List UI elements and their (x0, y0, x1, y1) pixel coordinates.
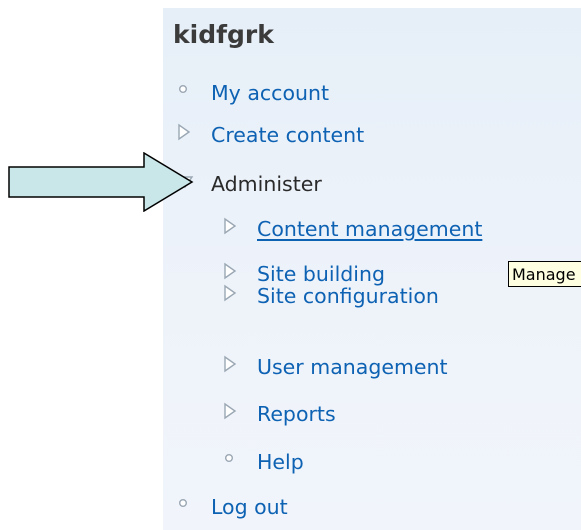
callout-arrow-icon (8, 152, 194, 212)
menu-link-reports[interactable]: Reports (257, 402, 336, 426)
menu-item-content-management[interactable]: Content management (221, 216, 482, 242)
menu-link-help[interactable]: Help (257, 450, 304, 474)
menu-item-help[interactable]: Help (221, 449, 304, 475)
menu-link-site-configuration[interactable]: Site configuration (257, 284, 439, 308)
menu-link-administer[interactable]: Administer (211, 172, 322, 196)
menu-link-user-management[interactable]: User management (257, 355, 448, 379)
collapsed-arrow-icon (221, 401, 247, 427)
collapsed-arrow-icon (221, 283, 247, 309)
menu-link-my-account[interactable]: My account (211, 81, 329, 105)
tooltip-text: Manage (512, 265, 576, 284)
collapsed-arrow-icon (221, 216, 247, 242)
menu-item-reports[interactable]: Reports (221, 401, 336, 427)
menu-item-log-out[interactable]: Log out (175, 494, 288, 520)
menu-item-site-configuration[interactable]: Site configuration (221, 283, 439, 309)
collapsed-arrow-icon (221, 354, 247, 380)
menu-link-create-content[interactable]: Create content (211, 123, 364, 147)
leaf-bullet-icon (175, 494, 201, 520)
collapsed-arrow-icon (175, 122, 201, 148)
block-title: kidfgrk (173, 20, 274, 49)
menu-item-user-management[interactable]: User management (221, 354, 448, 380)
menu-item-my-account[interactable]: My account (175, 80, 329, 106)
menu-link-log-out[interactable]: Log out (211, 495, 288, 519)
tooltip: Manage (508, 261, 581, 287)
leaf-bullet-icon (175, 80, 201, 106)
leaf-bullet-icon (221, 449, 247, 475)
menu-link-content-management[interactable]: Content management (257, 217, 482, 241)
menu-item-create-content[interactable]: Create content (175, 122, 364, 148)
